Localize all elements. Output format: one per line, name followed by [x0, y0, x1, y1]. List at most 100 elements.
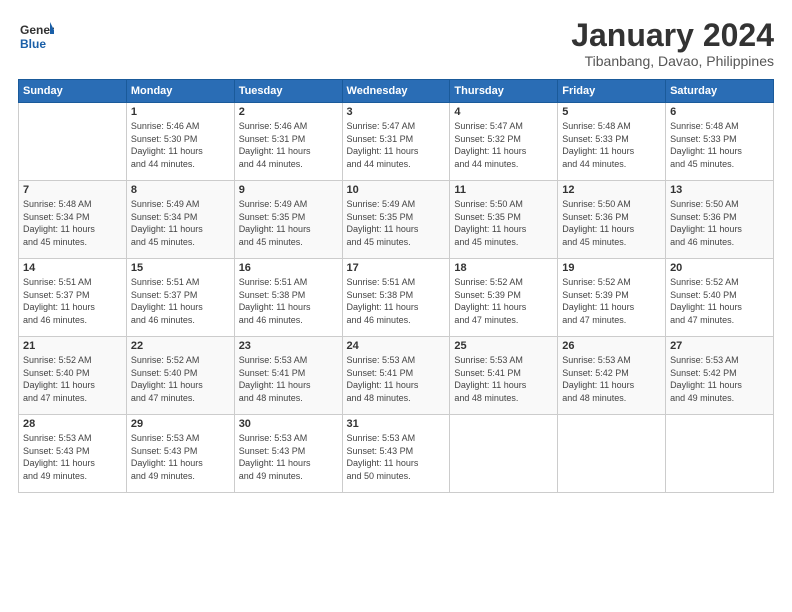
- cell-1-6: 5 Sunrise: 5:48 AM Sunset: 5:33 PM Daylig…: [558, 103, 666, 181]
- day-number: 4: [454, 106, 553, 118]
- svg-text:General: General: [20, 23, 54, 37]
- cell-4-3: 23 Sunrise: 5:53 AM Sunset: 5:41 PM Dayli…: [234, 337, 342, 415]
- col-header-monday: Monday: [126, 80, 234, 103]
- header-row: SundayMondayTuesdayWednesdayThursdayFrid…: [19, 80, 774, 103]
- day-number: 2: [239, 106, 338, 118]
- day-info: Sunrise: 5:52 AM Sunset: 5:39 PM Dayligh…: [562, 276, 661, 326]
- week-row-1: 1Sunrise: 5:46 AM Sunset: 5:30 PM Daylig…: [19, 103, 774, 181]
- cell-2-2: 8 Sunrise: 5:49 AM Sunset: 5:34 PM Daylig…: [126, 181, 234, 259]
- day-number: 22: [131, 340, 230, 352]
- day-number: 9: [239, 184, 338, 196]
- day-number: 18: [454, 262, 553, 274]
- day-number: 26: [562, 340, 661, 352]
- cell-1-4: 3 Sunrise: 5:47 AM Sunset: 5:31 PM Daylig…: [342, 103, 450, 181]
- day-info: Sunrise: 5:50 AM Sunset: 5:35 PM Dayligh…: [454, 198, 553, 248]
- subtitle: Tibanbang, Davao, Philippines: [571, 53, 774, 69]
- day-info: Sunrise: 5:51 AM Sunset: 5:37 PM Dayligh…: [131, 276, 230, 326]
- cell-3-4: 17Sunrise: 5:51 AM Sunset: 5:38 PM Dayli…: [342, 259, 450, 337]
- cell-3-3: 16Sunrise: 5:51 AM Sunset: 5:38 PM Dayli…: [234, 259, 342, 337]
- day-number: 19: [562, 262, 661, 274]
- day-info: Sunrise: 5:53 AM Sunset: 5:41 PM Dayligh…: [347, 354, 446, 404]
- main-title: January 2024: [571, 18, 774, 53]
- day-number: 7: [23, 184, 122, 196]
- day-info: Sunrise: 5:48 AM Sunset: 5:33 PM Dayligh…: [670, 120, 769, 170]
- day-info: Sunrise: 5:52 AM Sunset: 5:40 PM Dayligh…: [23, 354, 122, 404]
- day-info: Sunrise: 5:53 AM Sunset: 5:43 PM Dayligh…: [239, 432, 338, 482]
- col-header-saturday: Saturday: [666, 80, 774, 103]
- cell-1-2: 1Sunrise: 5:46 AM Sunset: 5:30 PM Daylig…: [126, 103, 234, 181]
- day-info: Sunrise: 5:49 AM Sunset: 5:34 PM Dayligh…: [131, 198, 230, 248]
- cell-4-5: 25 Sunrise: 5:53 AM Sunset: 5:41 PM Dayli…: [450, 337, 558, 415]
- header: General Blue January 2024 Tibanbang, Dav…: [18, 18, 774, 69]
- cell-2-3: 9 Sunrise: 5:49 AM Sunset: 5:35 PM Daylig…: [234, 181, 342, 259]
- cell-1-3: 2 Sunrise: 5:46 AM Sunset: 5:31 PM Daylig…: [234, 103, 342, 181]
- cell-2-6: 12Sunrise: 5:50 AM Sunset: 5:36 PM Dayli…: [558, 181, 666, 259]
- day-number: 27: [670, 340, 769, 352]
- cell-1-1: [19, 103, 127, 181]
- week-row-2: 7 Sunrise: 5:48 AM Sunset: 5:34 PM Daylig…: [19, 181, 774, 259]
- cell-1-7: 6 Sunrise: 5:48 AM Sunset: 5:33 PM Daylig…: [666, 103, 774, 181]
- week-row-3: 14 Sunrise: 5:51 AM Sunset: 5:37 PM Dayli…: [19, 259, 774, 337]
- day-info: Sunrise: 5:53 AM Sunset: 5:41 PM Dayligh…: [454, 354, 553, 404]
- cell-4-4: 24Sunrise: 5:53 AM Sunset: 5:41 PM Dayli…: [342, 337, 450, 415]
- day-number: 29: [131, 418, 230, 430]
- day-info: Sunrise: 5:49 AM Sunset: 5:35 PM Dayligh…: [347, 198, 446, 248]
- day-number: 31: [347, 418, 446, 430]
- cell-4-2: 22 Sunrise: 5:52 AM Sunset: 5:40 PM Dayli…: [126, 337, 234, 415]
- day-number: 3: [347, 106, 446, 118]
- day-number: 6: [670, 106, 769, 118]
- week-row-5: 28Sunrise: 5:53 AM Sunset: 5:43 PM Dayli…: [19, 415, 774, 493]
- cell-5-3: 30Sunrise: 5:53 AM Sunset: 5:43 PM Dayli…: [234, 415, 342, 493]
- day-info: Sunrise: 5:52 AM Sunset: 5:40 PM Dayligh…: [131, 354, 230, 404]
- day-number: 5: [562, 106, 661, 118]
- cell-5-2: 29 Sunrise: 5:53 AM Sunset: 5:43 PM Dayli…: [126, 415, 234, 493]
- day-info: Sunrise: 5:47 AM Sunset: 5:32 PM Dayligh…: [454, 120, 553, 170]
- logo-svg: General Blue: [18, 18, 54, 54]
- day-number: 11: [454, 184, 553, 196]
- day-info: Sunrise: 5:46 AM Sunset: 5:31 PM Dayligh…: [239, 120, 338, 170]
- day-number: 25: [454, 340, 553, 352]
- day-info: Sunrise: 5:49 AM Sunset: 5:35 PM Dayligh…: [239, 198, 338, 248]
- col-header-wednesday: Wednesday: [342, 80, 450, 103]
- day-info: Sunrise: 5:47 AM Sunset: 5:31 PM Dayligh…: [347, 120, 446, 170]
- day-info: Sunrise: 5:53 AM Sunset: 5:42 PM Dayligh…: [562, 354, 661, 404]
- day-info: Sunrise: 5:52 AM Sunset: 5:39 PM Dayligh…: [454, 276, 553, 326]
- cell-4-6: 26 Sunrise: 5:53 AM Sunset: 5:42 PM Dayli…: [558, 337, 666, 415]
- day-info: Sunrise: 5:48 AM Sunset: 5:34 PM Dayligh…: [23, 198, 122, 248]
- day-number: 16: [239, 262, 338, 274]
- cell-3-7: 20 Sunrise: 5:52 AM Sunset: 5:40 PM Dayli…: [666, 259, 774, 337]
- cell-4-1: 21Sunrise: 5:52 AM Sunset: 5:40 PM Dayli…: [19, 337, 127, 415]
- col-header-thursday: Thursday: [450, 80, 558, 103]
- svg-text:Blue: Blue: [20, 37, 46, 51]
- day-info: Sunrise: 5:51 AM Sunset: 5:37 PM Dayligh…: [23, 276, 122, 326]
- logo: General Blue: [18, 18, 54, 54]
- cell-2-4: 10Sunrise: 5:49 AM Sunset: 5:35 PM Dayli…: [342, 181, 450, 259]
- day-number: 8: [131, 184, 230, 196]
- day-info: Sunrise: 5:48 AM Sunset: 5:33 PM Dayligh…: [562, 120, 661, 170]
- col-header-tuesday: Tuesday: [234, 80, 342, 103]
- day-info: Sunrise: 5:50 AM Sunset: 5:36 PM Dayligh…: [670, 198, 769, 248]
- day-info: Sunrise: 5:53 AM Sunset: 5:43 PM Dayligh…: [131, 432, 230, 482]
- day-info: Sunrise: 5:52 AM Sunset: 5:40 PM Dayligh…: [670, 276, 769, 326]
- day-info: Sunrise: 5:50 AM Sunset: 5:36 PM Dayligh…: [562, 198, 661, 248]
- day-info: Sunrise: 5:51 AM Sunset: 5:38 PM Dayligh…: [347, 276, 446, 326]
- cell-5-1: 28Sunrise: 5:53 AM Sunset: 5:43 PM Dayli…: [19, 415, 127, 493]
- cell-3-2: 15Sunrise: 5:51 AM Sunset: 5:37 PM Dayli…: [126, 259, 234, 337]
- cell-2-5: 11 Sunrise: 5:50 AM Sunset: 5:35 PM Dayli…: [450, 181, 558, 259]
- day-info: Sunrise: 5:46 AM Sunset: 5:30 PM Dayligh…: [131, 120, 230, 170]
- cell-2-1: 7 Sunrise: 5:48 AM Sunset: 5:34 PM Daylig…: [19, 181, 127, 259]
- cell-3-6: 19 Sunrise: 5:52 AM Sunset: 5:39 PM Dayli…: [558, 259, 666, 337]
- day-number: 23: [239, 340, 338, 352]
- cell-5-4: 31Sunrise: 5:53 AM Sunset: 5:43 PM Dayli…: [342, 415, 450, 493]
- col-header-sunday: Sunday: [19, 80, 127, 103]
- day-info: Sunrise: 5:53 AM Sunset: 5:41 PM Dayligh…: [239, 354, 338, 404]
- cell-5-5: [450, 415, 558, 493]
- page: General Blue January 2024 Tibanbang, Dav…: [0, 0, 792, 612]
- title-block: January 2024 Tibanbang, Davao, Philippin…: [571, 18, 774, 69]
- cell-4-7: 27Sunrise: 5:53 AM Sunset: 5:42 PM Dayli…: [666, 337, 774, 415]
- cell-5-7: [666, 415, 774, 493]
- day-info: Sunrise: 5:53 AM Sunset: 5:43 PM Dayligh…: [23, 432, 122, 482]
- day-number: 14: [23, 262, 122, 274]
- cell-3-5: 18 Sunrise: 5:52 AM Sunset: 5:39 PM Dayli…: [450, 259, 558, 337]
- day-number: 20: [670, 262, 769, 274]
